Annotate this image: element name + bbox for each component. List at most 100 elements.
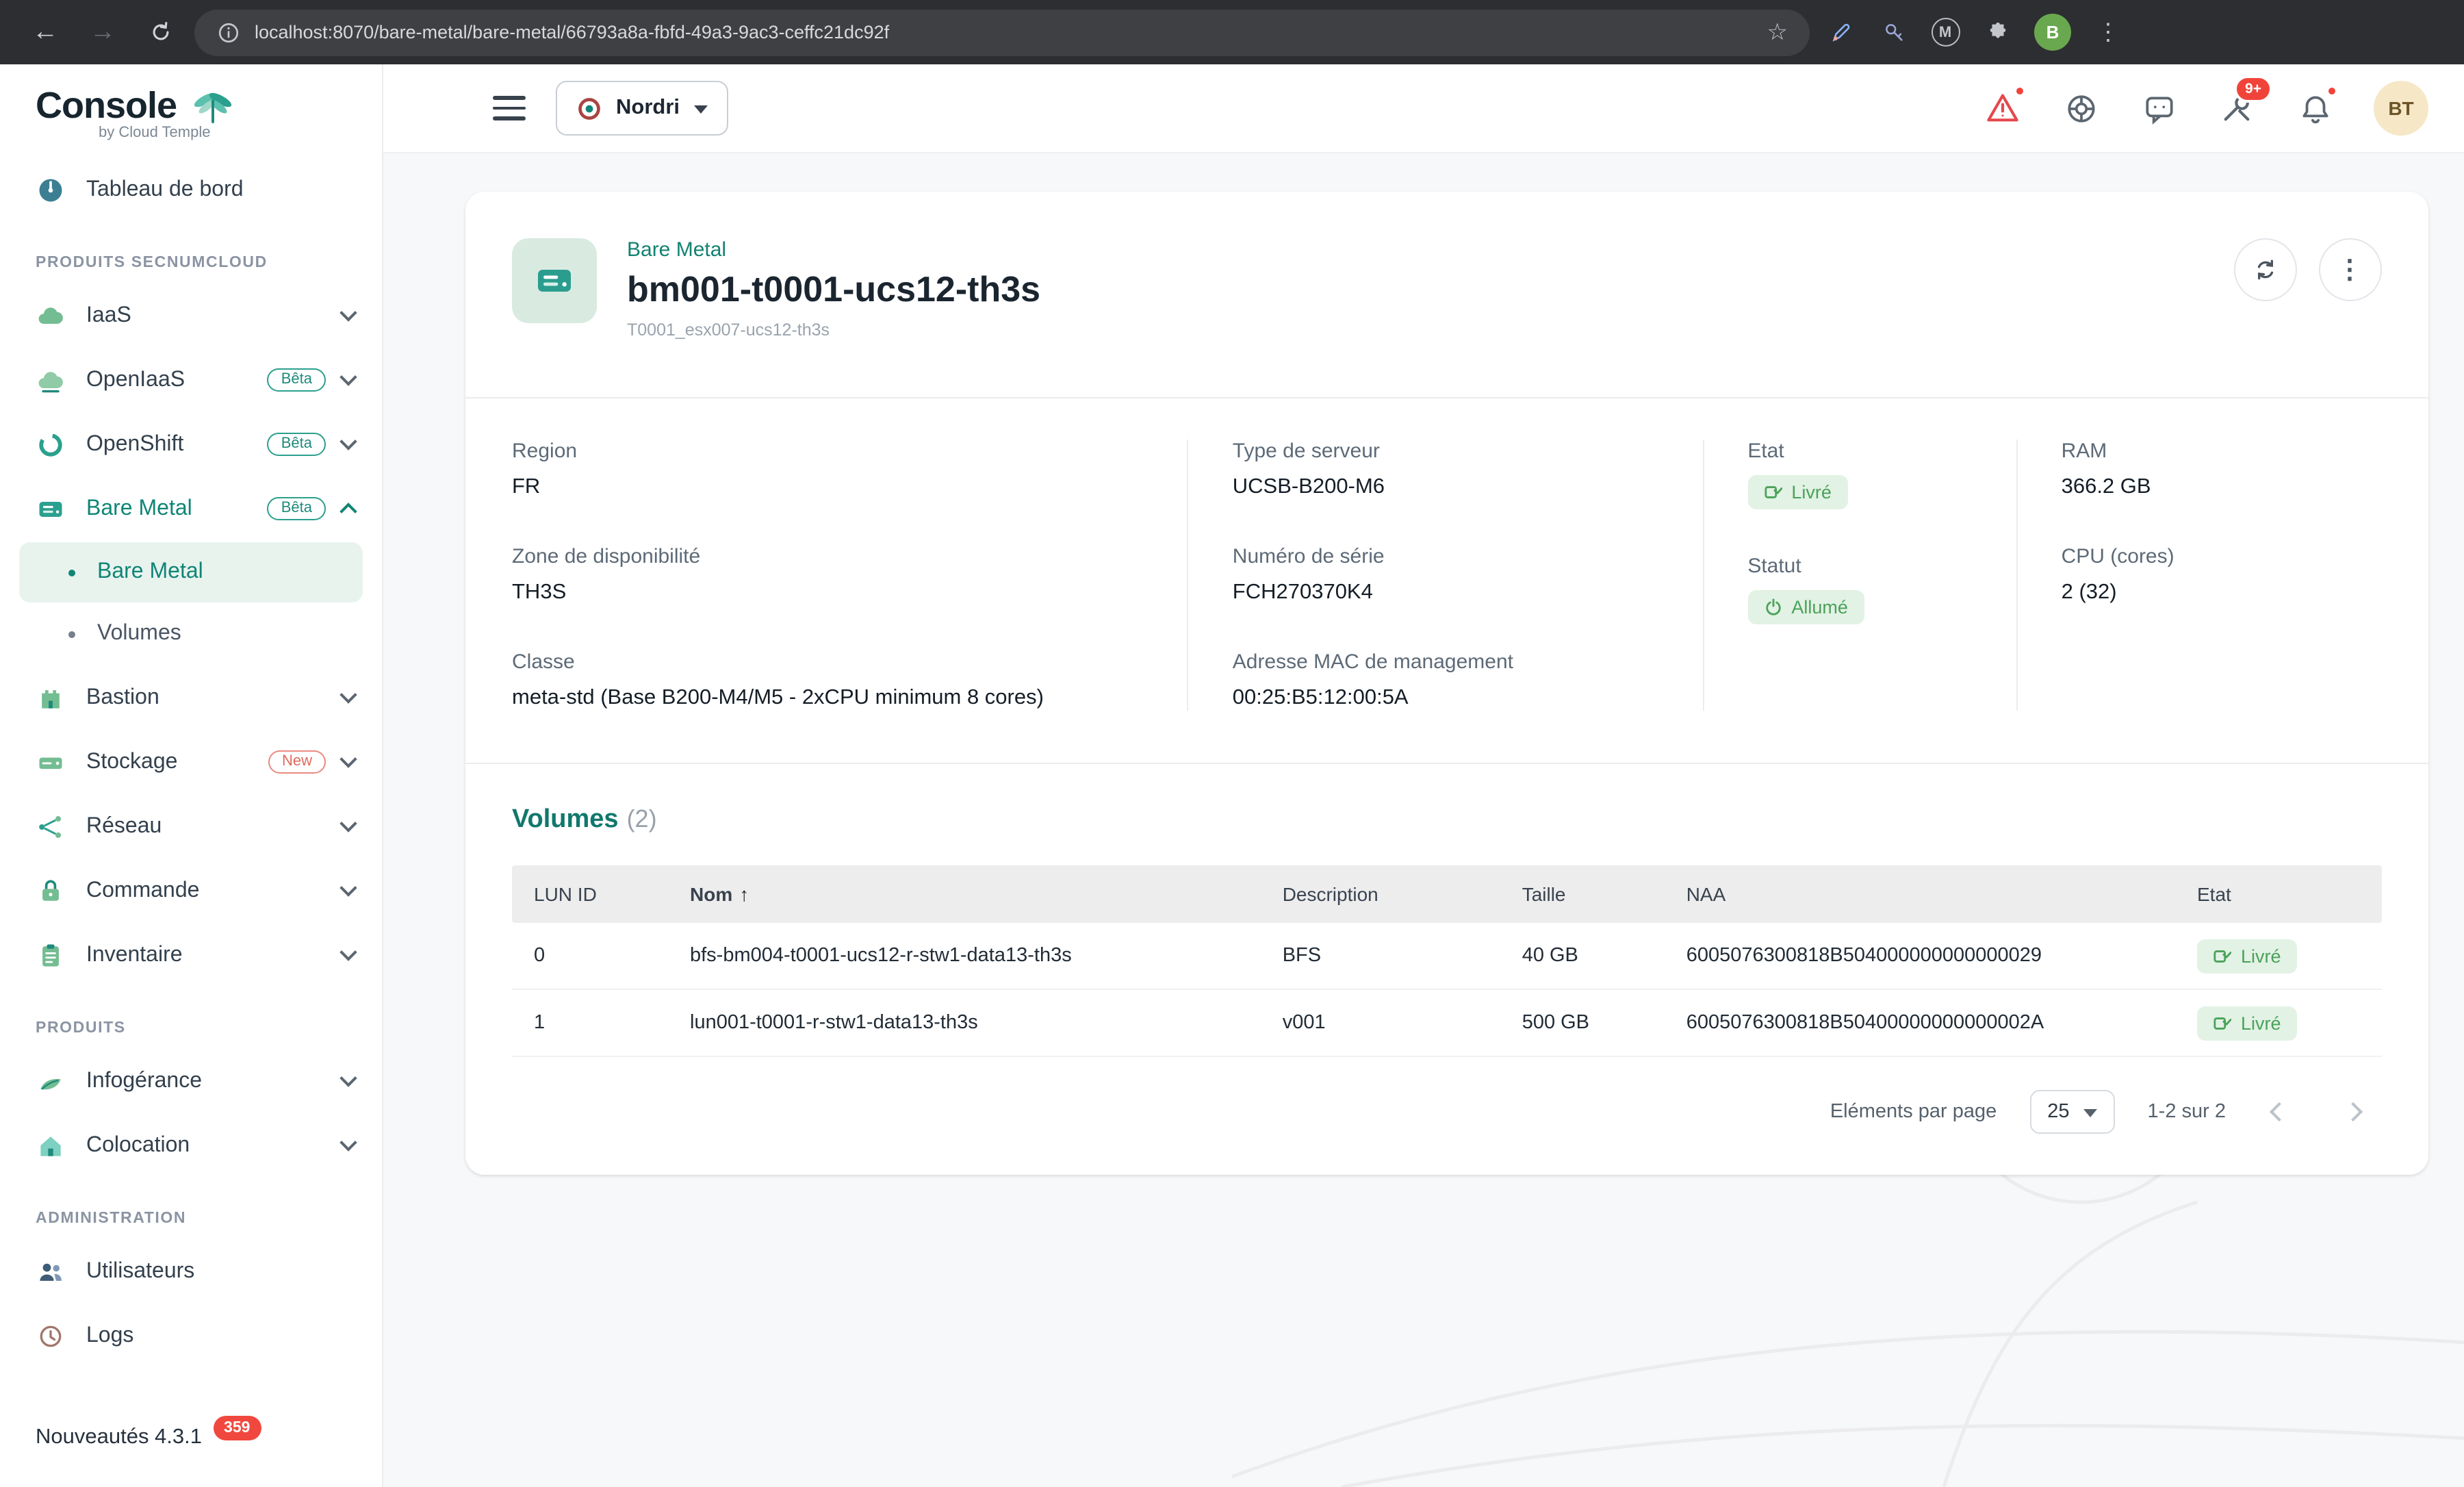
detail-label: Region bbox=[512, 440, 1149, 463]
per-page-select[interactable]: 25 bbox=[2029, 1090, 2114, 1134]
detail-value: 00:25:B5:12:00:5A bbox=[1233, 686, 1665, 711]
screen: ← → localhost:8070/bare-metal/bare-metal… bbox=[0, 0, 2464, 1487]
detail-label: CPU (cores) bbox=[2062, 545, 2382, 568]
server-icon bbox=[36, 494, 66, 524]
cloud-icon bbox=[36, 365, 66, 395]
sidebar-item-reseau[interactable]: Réseau bbox=[0, 794, 382, 859]
sidebar-item-colocation[interactable]: Colocation bbox=[0, 1113, 382, 1178]
password-manager-extension-icon[interactable] bbox=[1873, 12, 1914, 53]
storage-drive-icon bbox=[36, 747, 66, 777]
tenant-selector[interactable]: Nordri bbox=[556, 81, 728, 136]
extension-m-icon[interactable]: M bbox=[1925, 12, 1966, 53]
browser-profile-avatar[interactable]: B bbox=[2034, 14, 2071, 51]
sidebar-item-openshift[interactable]: OpenShift Bêta bbox=[0, 412, 382, 476]
detail-value: meta-std (Base B200-M4/M5 - 2xCPU minimu… bbox=[512, 686, 1149, 711]
detail-value: FCH270370K4 bbox=[1233, 581, 1665, 605]
sidebar-item-commande[interactable]: Commande bbox=[0, 859, 382, 923]
menu-toggle-icon[interactable] bbox=[493, 97, 526, 120]
volumes-section: Volumes(2) LUN ID Nom Description Taille… bbox=[465, 763, 2428, 1175]
browser-menu-icon[interactable]: ⋮ bbox=[2088, 12, 2129, 53]
chevron-down-icon bbox=[339, 368, 357, 385]
alerts-warning-icon[interactable] bbox=[1984, 89, 2022, 127]
logo-subtitle: by Cloud Temple bbox=[99, 125, 368, 141]
sidebar-item-iaas[interactable]: IaaS bbox=[0, 283, 382, 348]
address-bar[interactable]: localhost:8070/bare-metal/bare-metal/667… bbox=[194, 9, 1810, 55]
sidebar-item-label: Tableau de bord bbox=[86, 177, 244, 202]
refresh-button[interactable] bbox=[2234, 238, 2297, 301]
leaf-icon bbox=[36, 1066, 66, 1096]
more-actions-button[interactable]: ⋮ bbox=[2319, 238, 2382, 301]
detail-classe: Classe meta-std (Base B200-M4/M5 - 2xCPU… bbox=[512, 650, 1149, 711]
table-row[interactable]: 0 bfs-bm004-t0001-ucs12-r-stw1-data13-th… bbox=[512, 923, 2382, 990]
forward-icon[interactable]: → bbox=[79, 9, 126, 55]
back-icon[interactable]: ← bbox=[22, 9, 68, 55]
support-lifebuoy-icon[interactable] bbox=[2062, 89, 2100, 127]
sidebar-item-utilisateurs[interactable]: Utilisateurs bbox=[0, 1239, 382, 1304]
sidebar-item-label: OpenIaaS bbox=[86, 368, 185, 392]
beta-badge: Bêta bbox=[268, 368, 326, 392]
product-label: Bare Metal bbox=[627, 238, 1040, 262]
volumes-count: (2) bbox=[627, 805, 657, 833]
sidebar-item-stockage[interactable]: Stockage New bbox=[0, 730, 382, 794]
bookmark-star-icon[interactable]: ☆ bbox=[1767, 18, 1788, 46]
home-icon bbox=[36, 1130, 66, 1160]
table-row[interactable]: 1 lun001-t0001-r-stw1-data13-th3s v001 5… bbox=[512, 990, 2382, 1057]
cell-description: v001 bbox=[1283, 1012, 1522, 1034]
table-header-row: LUN ID Nom Description Taille NAA Etat bbox=[512, 865, 2382, 923]
status-badge-livre: Livré bbox=[1747, 475, 1848, 509]
col-header-nom[interactable]: Nom bbox=[690, 883, 1283, 905]
badge-label: Allumé bbox=[1791, 597, 1848, 618]
sidebar-subitem-bare-metal[interactable]: Bare Metal bbox=[19, 542, 363, 602]
detail-value: FR bbox=[512, 475, 1149, 500]
main-content: Bare Metal bm001-t0001-ucs12-th3s T0001_… bbox=[383, 153, 2464, 1487]
chevron-down-icon bbox=[339, 686, 357, 703]
sidebar-item-label: Réseau bbox=[86, 814, 162, 839]
user-avatar[interactable]: BT bbox=[2374, 81, 2428, 136]
sidebar-nav: Tableau de bord PRODUITS SECNUMCLOUD Iaa… bbox=[0, 144, 382, 1401]
sidebar-item-logs[interactable]: Logs bbox=[0, 1304, 382, 1368]
next-page-button[interactable] bbox=[2333, 1091, 2374, 1132]
notifications-bell-icon[interactable] bbox=[2296, 89, 2334, 127]
power-icon bbox=[1764, 598, 1782, 616]
col-header-description: Description bbox=[1283, 883, 1522, 905]
tools-count-badge: 9+ bbox=[2234, 75, 2272, 103]
detail-label: Statut bbox=[1747, 555, 1977, 578]
detail-server-type: Type de serveur UCSB-B200-M6 bbox=[1233, 440, 1665, 500]
alert-dot-badge bbox=[2014, 85, 2026, 97]
color-picker-extension-icon[interactable] bbox=[1821, 12, 1862, 53]
chevron-down-icon bbox=[339, 815, 357, 832]
tools-icon[interactable]: 9+ bbox=[2218, 89, 2256, 127]
site-info-icon[interactable] bbox=[216, 20, 241, 45]
bare-metal-detail-card: Bare Metal bm001-t0001-ucs12-th3s T0001_… bbox=[465, 192, 2428, 1175]
logo-title: Console bbox=[36, 85, 177, 127]
clipboard-icon bbox=[36, 940, 66, 970]
detail-region: Region FR bbox=[512, 440, 1149, 500]
whats-new-link[interactable]: Nouveautés 4.3.1359 bbox=[0, 1401, 382, 1487]
previous-page-button[interactable] bbox=[2259, 1091, 2300, 1132]
section-secnumcloud: PRODUITS SECNUMCLOUD bbox=[0, 222, 382, 283]
sidebar-item-label: Stockage bbox=[86, 750, 177, 774]
col-header-naa: NAA bbox=[1686, 883, 2197, 905]
sidebar-item-inventaire[interactable]: Inventaire bbox=[0, 923, 382, 987]
sidebar-item-bare-metal[interactable]: Bare Metal Bêta bbox=[0, 476, 382, 541]
per-page-label: Eléments par page bbox=[1830, 1101, 1997, 1123]
col-header-etat: Etat bbox=[2197, 883, 2382, 905]
feedback-chat-icon[interactable] bbox=[2140, 89, 2178, 127]
sidebar-item-label: Colocation bbox=[86, 1133, 190, 1158]
sidebar-subitem-volumes[interactable]: Volumes bbox=[19, 604, 363, 664]
sidebar-item-openiaas[interactable]: OpenIaaS Bêta bbox=[0, 348, 382, 412]
status-badge-livre: Livré bbox=[2197, 939, 2298, 973]
network-icon bbox=[36, 811, 66, 841]
sidebar-item-dashboard[interactable]: Tableau de bord bbox=[0, 157, 382, 222]
sidebar-item-label: OpenShift bbox=[86, 432, 183, 457]
sidebar-item-bastion[interactable]: Bastion bbox=[0, 665, 382, 730]
sidebar-item-infogerance[interactable]: Infogérance bbox=[0, 1049, 382, 1113]
extensions-puzzle-icon[interactable] bbox=[1977, 12, 2018, 53]
logo[interactable]: Console by Cloud Temple bbox=[0, 64, 382, 144]
sort-asc-icon bbox=[739, 883, 749, 905]
cell-lun: 0 bbox=[512, 945, 690, 967]
reload-icon[interactable] bbox=[137, 9, 183, 55]
openshift-icon bbox=[36, 429, 66, 459]
cell-nom: lun001-t0001-r-stw1-data13-th3s bbox=[690, 1012, 1283, 1034]
detail-label: Type de serveur bbox=[1233, 440, 1665, 463]
